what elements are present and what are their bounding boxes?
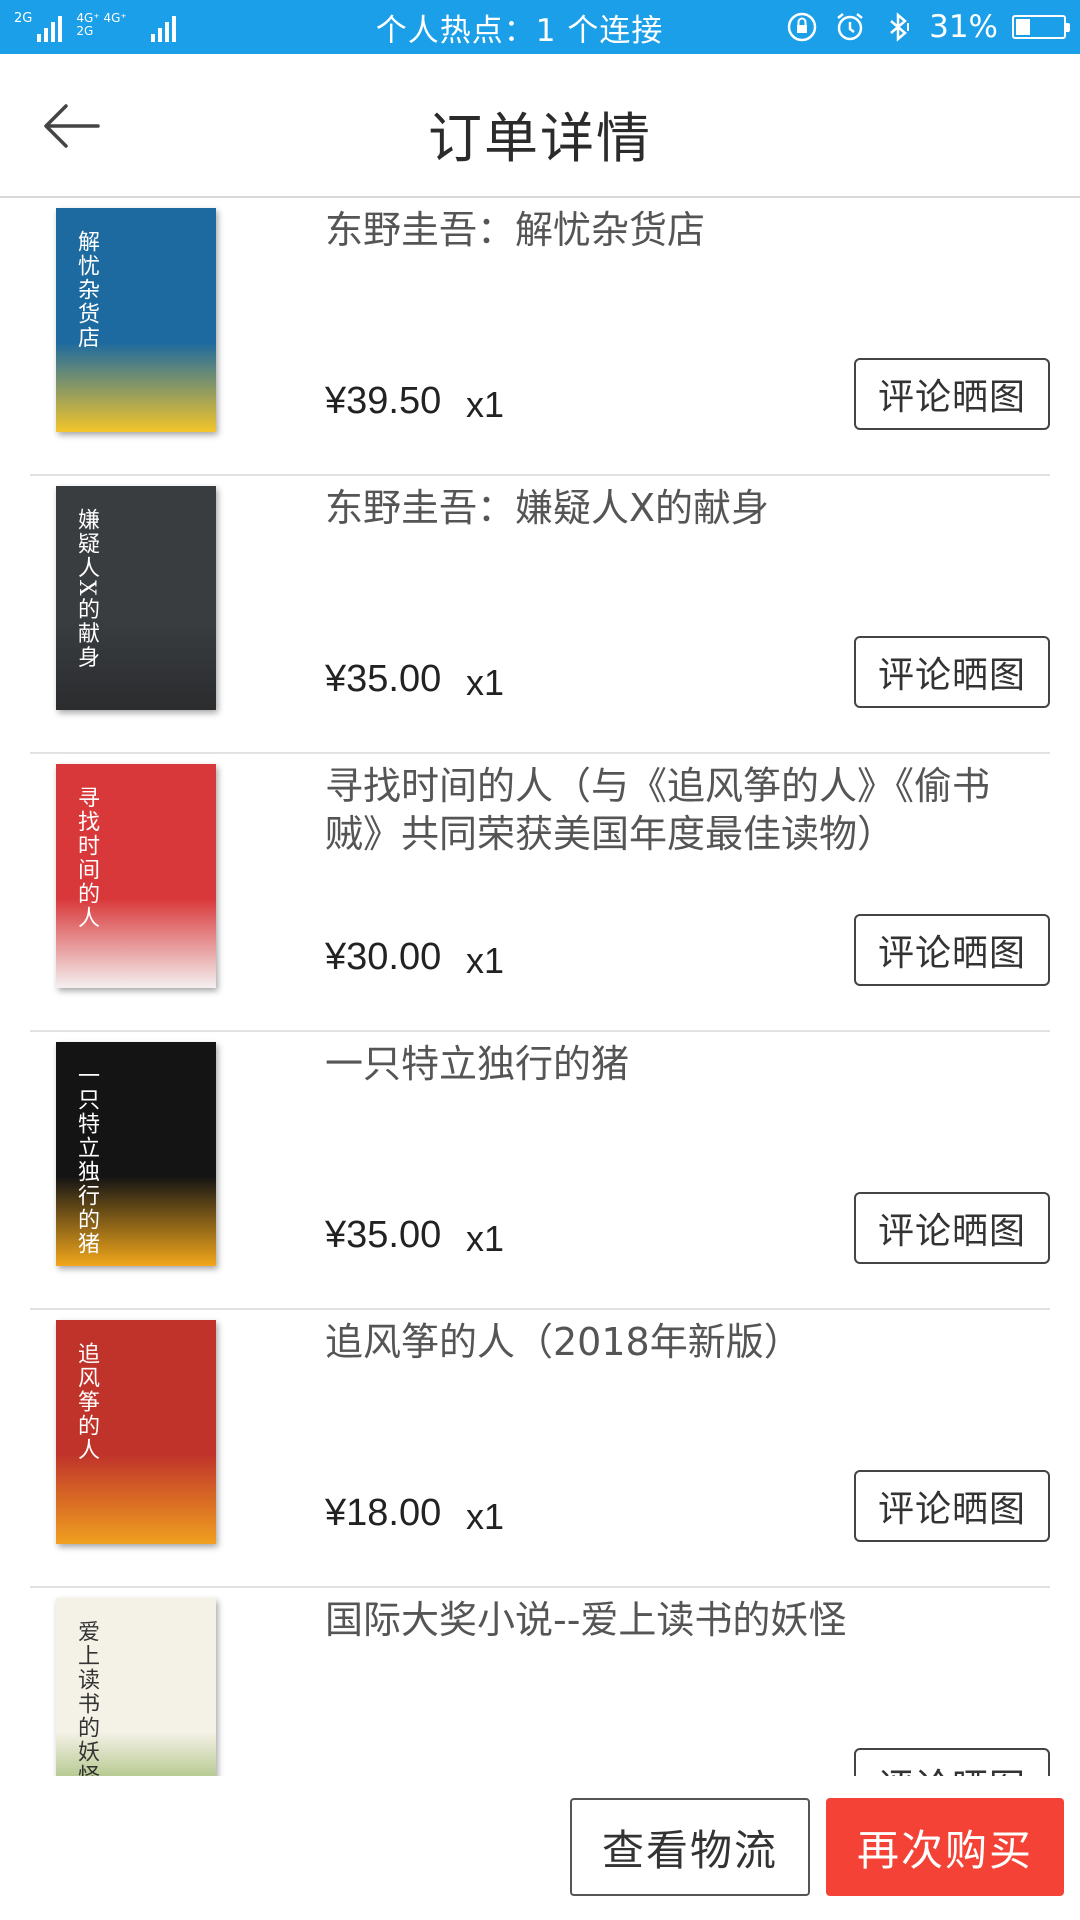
- book-cover-image[interactable]: 爱上读书的妖怪: [56, 1598, 216, 1776]
- order-item[interactable]: 一只特立独行的猪 一只特立独行的猪 ¥35.00 x1 评论晒图: [30, 1032, 1050, 1310]
- cover-title: 追风筝的人: [74, 1342, 99, 1462]
- review-with-photos-button[interactable]: 评论晒图: [854, 1748, 1050, 1776]
- battery-icon: [1012, 15, 1070, 39]
- cover-title: 一只特立独行的猪: [74, 1064, 99, 1256]
- product-quantity: x1: [466, 1218, 505, 1259]
- product-price: ¥18.00: [325, 1492, 442, 1534]
- page-title: 订单详情: [428, 107, 652, 170]
- signal-icon: 2G: [14, 11, 63, 42]
- order-item[interactable]: 爱上读书的妖怪 国际大奖小说--爱上读书的妖怪评论晒图: [30, 1588, 1050, 1776]
- bottom-action-bar: 查看物流 再次购买: [0, 1776, 1080, 1920]
- book-cover-image[interactable]: 寻找时间的人: [56, 764, 216, 988]
- review-with-photos-button[interactable]: 评论晒图: [854, 358, 1050, 430]
- product-name[interactable]: 追风筝的人（2018年新版）: [325, 1318, 1045, 1366]
- product-quantity: x1: [466, 1496, 505, 1537]
- review-with-photos-button[interactable]: 评论晒图: [854, 914, 1050, 986]
- product-name[interactable]: 一只特立独行的猪: [325, 1040, 1045, 1088]
- book-cover-image[interactable]: 一只特立独行的猪: [56, 1042, 216, 1266]
- hotspot-status: 个人热点：1 个连接: [375, 12, 664, 49]
- cover-title: 嫌疑人X的献身: [74, 508, 99, 670]
- product-quantity: x1: [466, 384, 505, 425]
- alarm-icon: [833, 10, 867, 44]
- battery-fill: [1016, 19, 1031, 35]
- signal-icon: 4G⁺ 4G⁺ 2G: [76, 11, 177, 42]
- cover-title: 爱上读书的妖怪: [74, 1620, 99, 1776]
- order-item[interactable]: 追风筝的人 追风筝的人（2018年新版） ¥18.00 x1 评论晒图: [30, 1310, 1050, 1588]
- product-quantity: x1: [466, 662, 505, 703]
- signal-group: 2G 4G⁺ 4G⁺ 2G: [14, 12, 274, 42]
- lock-rotation-icon: [785, 10, 819, 44]
- review-with-photos-button[interactable]: 评论晒图: [854, 1470, 1050, 1542]
- book-cover-image[interactable]: 追风筝的人: [56, 1320, 216, 1544]
- product-quantity: x1: [466, 940, 505, 981]
- status-bar: 2G 4G⁺ 4G⁺ 2G 个人热点：1 个连接 31%: [0, 0, 1080, 54]
- view-logistics-button[interactable]: 查看物流: [570, 1798, 810, 1896]
- book-cover-image[interactable]: 解忧杂货店: [56, 208, 216, 432]
- review-with-photos-button[interactable]: 评论晒图: [854, 1192, 1050, 1264]
- product-price: ¥30.00: [325, 936, 442, 978]
- buy-again-button[interactable]: 再次购买: [826, 1798, 1064, 1896]
- review-with-photos-button[interactable]: 评论晒图: [854, 636, 1050, 708]
- sim1-label: 2G: [14, 11, 33, 26]
- header: 订单详情: [0, 54, 1080, 198]
- cover-title: 解忧杂货店: [74, 230, 99, 350]
- product-name[interactable]: 寻找时间的人（与《追风筝的人》《偷书贼》共同荣获美国年度最佳读物）: [325, 762, 1045, 858]
- status-icons: 31%: [785, 9, 1070, 45]
- product-price: ¥39.50: [325, 380, 442, 422]
- sim2-label: 4G⁺ 4G⁺ 2G: [76, 11, 127, 38]
- order-item[interactable]: 嫌疑人X的献身 东野圭吾：嫌疑人X的献身 ¥35.00 x1 评论晒图: [30, 476, 1050, 754]
- order-item-list[interactable]: 解忧杂货店 东野圭吾：解忧杂货店 ¥39.50 x1 评论晒图 嫌疑人X的献身 东野圭吾：嫌…: [0, 198, 1080, 1776]
- order-item[interactable]: 寻找时间的人 寻找时间的人（与《追风筝的人》《偷书贼》共同荣获美国年度最佳读物） ¥…: [30, 754, 1050, 1032]
- product-name[interactable]: 东野圭吾：解忧杂货店: [325, 206, 1045, 254]
- product-name[interactable]: 国际大奖小说--爱上读书的妖怪: [325, 1596, 1045, 1644]
- product-name[interactable]: 东野圭吾：嫌疑人X的献身: [325, 484, 1045, 532]
- product-price: ¥35.00: [325, 658, 442, 700]
- bluetooth-icon: [881, 10, 915, 44]
- battery-percent: 31%: [929, 9, 998, 45]
- book-cover-image[interactable]: 嫌疑人X的献身: [56, 486, 216, 710]
- cover-title: 寻找时间的人: [74, 786, 99, 930]
- order-item[interactable]: 解忧杂货店 东野圭吾：解忧杂货店 ¥39.50 x1 评论晒图: [30, 198, 1050, 476]
- product-price: ¥35.00: [325, 1214, 442, 1256]
